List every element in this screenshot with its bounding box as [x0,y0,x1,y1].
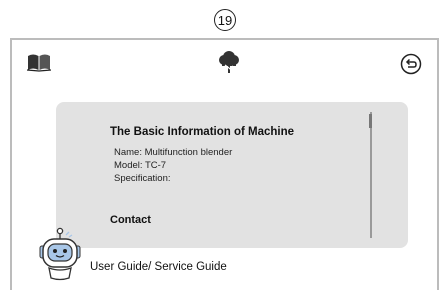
machine-info-panel: The Basic Information of Machine Name: M… [56,102,408,248]
book-icon[interactable] [26,52,52,72]
cloud-tree-icon[interactable] [217,50,241,76]
user-guide-label[interactable]: User Guide/ Service Guide [90,261,227,273]
scrollbar-track[interactable] [370,112,372,238]
contact-label[interactable]: Contact [110,214,151,226]
page-number: 19 [214,9,236,31]
device-screen: The Basic Information of Machine Name: M… [10,38,439,290]
info-title: The Basic Information of Machine [110,126,295,138]
back-arrow-icon[interactable] [400,53,422,75]
scrollbar-thumb[interactable] [369,114,372,128]
machine-name: Name: Multifunction blender [114,147,233,158]
machine-model: Model: TC-7 [114,160,167,171]
robot-avatar[interactable] [36,226,84,284]
machine-specification: Specification: [114,173,171,184]
